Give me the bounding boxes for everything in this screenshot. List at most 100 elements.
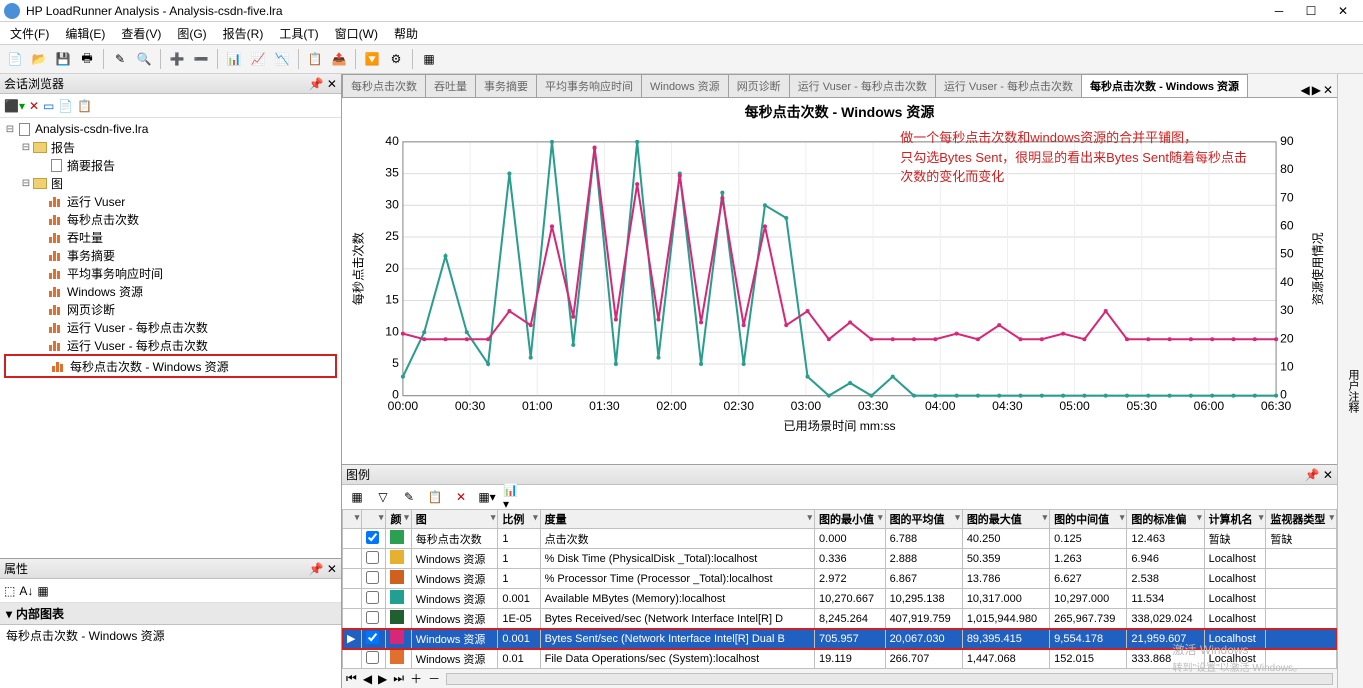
table-row[interactable]: ▶ Windows 资源0.001Bytes Sent/sec (Network… — [343, 629, 1337, 649]
row-checkbox[interactable] — [366, 631, 379, 644]
remove-icon[interactable]: － — [428, 670, 440, 687]
tab-prev-icon[interactable]: ◀ — [1300, 83, 1309, 97]
menu-item[interactable]: 报告(R) — [217, 23, 270, 44]
column-header[interactable]: 监视器类型▾ — [1266, 510, 1337, 529]
sort-icon[interactable]: ⬚ — [4, 584, 15, 598]
menu-item[interactable]: 工具(T) — [273, 23, 324, 44]
new-icon[interactable]: 📄 — [4, 48, 26, 70]
tree-item[interactable]: 运行 Vuser - 每秒点击次数 — [4, 336, 337, 354]
tree-item[interactable]: ⊟报告 — [4, 138, 337, 156]
column-header[interactable]: 比例▾ — [498, 510, 540, 529]
props-icon[interactable]: 📋 — [77, 99, 92, 113]
tool-icon[interactable]: 🔍 — [133, 48, 155, 70]
tool-icon[interactable]: ✎ — [109, 48, 131, 70]
pin-icon[interactable]: 📌 ✕ — [309, 77, 337, 91]
view-icon[interactable]: ▦ — [418, 48, 440, 70]
tree-item[interactable]: 平均事务响应时间 — [4, 264, 337, 282]
pin-icon[interactable]: 📌 ✕ — [1305, 468, 1333, 482]
tool-icon[interactable]: ▦▾ — [476, 486, 498, 508]
table-row[interactable]: Windows 资源1% Disk Time (PhysicalDisk _To… — [343, 549, 1337, 569]
remove-graph-icon[interactable]: ➖ — [190, 48, 212, 70]
chart-icon[interactable]: 📈 — [247, 48, 269, 70]
column-header[interactable]: ▾ — [343, 510, 362, 529]
menu-item[interactable]: 查看(V) — [115, 23, 167, 44]
print-icon[interactable]: 🖶 — [76, 48, 98, 70]
config-icon[interactable]: ⚙ — [385, 48, 407, 70]
tab[interactable]: 吞吐量 — [425, 74, 476, 97]
tree-item[interactable]: 运行 Vuser — [4, 192, 337, 210]
chart-icon[interactable]: 📊 — [223, 48, 245, 70]
scrollbar[interactable] — [446, 673, 1333, 685]
open-icon[interactable]: 📂 — [28, 48, 50, 70]
prev-icon[interactable]: ◀ — [363, 672, 372, 686]
save-icon[interactable]: 💾 — [52, 48, 74, 70]
tool-icon[interactable]: 📊▾ — [502, 486, 524, 508]
tree-item[interactable]: 每秒点击次数 — [4, 210, 337, 228]
filter-icon[interactable]: 🔽 — [361, 48, 383, 70]
pin-icon[interactable]: 📌 ✕ — [309, 562, 337, 576]
row-checkbox[interactable] — [366, 651, 379, 664]
expand-icon[interactable]: ▦ — [37, 584, 48, 598]
tab[interactable]: 网页诊断 — [728, 74, 790, 97]
column-header[interactable]: 图的最小值▾ — [815, 510, 886, 529]
tab[interactable]: 每秒点击次数 — [342, 74, 426, 97]
row-checkbox[interactable] — [366, 591, 379, 604]
column-header[interactable]: 图的中间值▾ — [1050, 510, 1127, 529]
sort-icon[interactable]: A↓ — [19, 584, 33, 598]
legend-grid[interactable]: ▾▾颜▾图▾比例▾度量▾图的最小值▾图的平均值▾图的最大值▾图的中间值▾图的标准… — [342, 509, 1337, 668]
close-button[interactable]: ✕ — [1335, 4, 1351, 18]
minimize-button[interactable]: ─ — [1271, 4, 1287, 18]
table-row[interactable]: Windows 资源1E-05Bytes Received/sec (Netwo… — [343, 609, 1337, 629]
tool-icon[interactable]: ✕ — [450, 486, 472, 508]
rename-icon[interactable]: ▭ — [43, 99, 54, 113]
tree-item[interactable]: 网页诊断 — [4, 300, 337, 318]
tool-icon[interactable]: 📋 — [424, 486, 446, 508]
tool-icon[interactable]: ▦ — [346, 486, 368, 508]
maximize-button[interactable]: ☐ — [1303, 4, 1319, 18]
menu-item[interactable]: 帮助 — [388, 23, 424, 44]
tab[interactable]: 平均事务响应时间 — [536, 74, 642, 97]
row-checkbox[interactable] — [366, 611, 379, 624]
tab-next-icon[interactable]: ▶ — [1312, 83, 1321, 97]
tree-item[interactable]: 事务摘要 — [4, 246, 337, 264]
add-icon[interactable]: ⬛▾ — [4, 99, 25, 113]
tree-item[interactable]: ⊟Analysis-csdn-five.lra — [4, 120, 337, 138]
session-tree[interactable]: ⊟Analysis-csdn-five.lra⊟报告摘要报告⊟图运行 Vuser… — [0, 118, 341, 558]
menu-item[interactable]: 编辑(E) — [59, 23, 111, 44]
menu-item[interactable]: 图(G) — [171, 23, 212, 44]
tree-item[interactable]: ⊟图 — [4, 174, 337, 192]
export-icon[interactable]: 📤 — [328, 48, 350, 70]
tab[interactable]: 运行 Vuser - 每秒点击次数 — [935, 74, 1082, 97]
tool-icon[interactable]: ✎ — [398, 486, 420, 508]
column-header[interactable]: 颜▾ — [386, 510, 411, 529]
table-row[interactable]: 每秒点击次数1点击次数 0.0006.78840.2500.12512.463 … — [343, 529, 1337, 549]
tree-item[interactable]: 运行 Vuser - 每秒点击次数 — [4, 318, 337, 336]
first-icon[interactable]: ⏮ — [346, 671, 357, 686]
tree-item[interactable]: Windows 资源 — [4, 282, 337, 300]
column-header[interactable]: ▾ — [362, 510, 386, 529]
table-row[interactable]: Windows 资源1% Processor Time (Processor _… — [343, 569, 1337, 589]
tab-close-icon[interactable]: ✕ — [1323, 83, 1333, 97]
tool-icon[interactable]: ▽ — [372, 486, 394, 508]
column-header[interactable]: 度量▾ — [540, 510, 814, 529]
column-header[interactable]: 图的最大值▾ — [962, 510, 1049, 529]
tree-item[interactable]: 吞吐量 — [4, 228, 337, 246]
column-header[interactable]: 图的标准偏▾ — [1127, 510, 1204, 529]
tab[interactable]: 事务摘要 — [475, 74, 537, 97]
column-header[interactable]: 计算机名▾ — [1204, 510, 1266, 529]
copy-icon[interactable]: 📄 — [58, 99, 73, 113]
table-row[interactable]: Windows 资源0.01File Data Operations/sec (… — [343, 649, 1337, 669]
tree-item[interactable]: 每秒点击次数 - Windows 资源 — [7, 357, 334, 375]
tab[interactable]: 每秒点击次数 - Windows 资源 — [1081, 74, 1248, 97]
tab[interactable]: Windows 资源 — [641, 74, 729, 97]
menu-item[interactable]: 文件(F) — [4, 23, 55, 44]
add-icon[interactable]: ＋ — [410, 670, 422, 687]
column-header[interactable]: 图▾ — [411, 510, 498, 529]
row-checkbox[interactable] — [366, 531, 379, 544]
chart-icon[interactable]: 📉 — [271, 48, 293, 70]
column-header[interactable]: 图的平均值▾ — [885, 510, 962, 529]
report-icon[interactable]: 📋 — [304, 48, 326, 70]
row-checkbox[interactable] — [366, 551, 379, 564]
row-checkbox[interactable] — [366, 571, 379, 584]
side-tab[interactable]: 用户注释 — [1343, 361, 1363, 421]
